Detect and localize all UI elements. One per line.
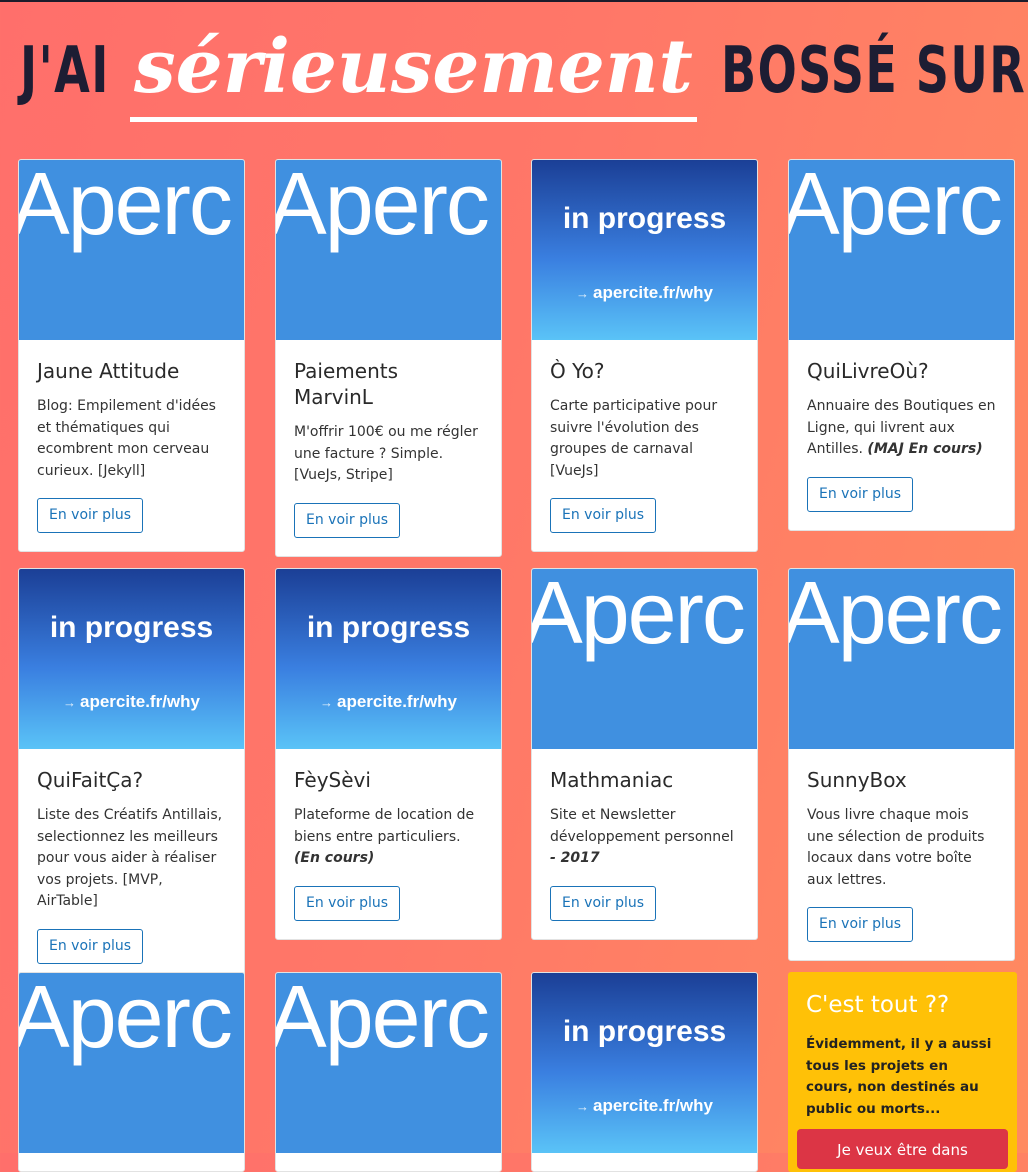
project-title: FèySèvi: [294, 768, 371, 792]
join-button[interactable]: Je veux être dans: [797, 1129, 1008, 1169]
thumbnail-progress-link: → apercite.fr/why: [576, 1096, 713, 1115]
thumbnail-progress-text: in progress: [562, 202, 727, 235]
arrow-icon: →: [576, 1099, 589, 1114]
see-more-button[interactable]: En voir plus: [807, 476, 914, 512]
project-card: Aperc Mathmaniac Site et Newsletter déve…: [531, 568, 758, 940]
project-thumbnail[interactable]: in progress → apercite.fr/why: [532, 160, 757, 340]
see-more-button[interactable]: En voir plus: [550, 885, 657, 921]
arrow-icon: →: [576, 286, 589, 301]
project-title: Mathmaniac: [550, 768, 674, 792]
project-title: QuiLivreOù?: [807, 359, 929, 383]
thumbnail-text: Aperc: [789, 569, 1003, 662]
thumbnail-progress-link: → apercite.fr/why: [63, 692, 200, 711]
thumbnail-progress-text: in progress: [306, 611, 471, 644]
project-card: Aperc: [18, 972, 245, 1172]
project-title: Paiements MarvinL: [294, 359, 399, 409]
see-more-button[interactable]: En voir plus: [37, 498, 144, 533]
thumbnail-text: Aperc: [19, 973, 233, 1066]
project-thumbnail[interactable]: Aperc: [276, 973, 501, 1153]
project-thumbnail[interactable]: in progress → apercite.fr/why: [19, 569, 244, 749]
page-title: J'AI sérieusement BOSSÉ SUR :: [20, 22, 1028, 132]
thumbnail-progress-link: → apercite.fr/why: [320, 692, 457, 711]
thumbnail-progress-text: in progress: [49, 611, 214, 644]
project-card: Aperc Paiements MarvinL M'offrir 100€ ou…: [275, 159, 502, 557]
thumbnail-text: Aperc: [276, 973, 490, 1066]
project-card: in progress → apercite.fr/why: [531, 972, 758, 1172]
project-description: Annuaire des Boutiques en Ligne, qui liv…: [807, 398, 996, 457]
project-note: (MAJ En cours): [867, 441, 983, 457]
project-card: Aperc: [275, 972, 502, 1172]
promo-text: Évidemment, il y a aussi tous les projet…: [806, 1036, 992, 1117]
thumbnail-text: Aperc: [532, 569, 746, 662]
project-card: in progress → apercite.fr/why QuiFaitÇa? …: [18, 568, 245, 983]
project-description: Plateforme de location de biens entre pa…: [294, 807, 475, 866]
thumbnail-progress-text: in progress: [562, 1015, 727, 1048]
thumbnail-text: Aperc: [789, 160, 1003, 253]
arrow-icon: →: [63, 695, 76, 710]
see-more-button[interactable]: En voir plus: [37, 928, 144, 964]
project-card: Aperc SunnyBox Vous livre chaque mois un…: [788, 568, 1015, 961]
project-thumbnail[interactable]: in progress → apercite.fr/why: [276, 569, 501, 749]
project-note: - 2017: [550, 850, 600, 866]
thumbnail-progress-link: → apercite.fr/why: [576, 283, 713, 302]
project-thumbnail[interactable]: Aperc: [19, 973, 244, 1153]
arrow-icon: →: [320, 695, 333, 710]
project-card: Aperc QuiLivreOù? Annuaire des Boutiques…: [788, 159, 1015, 531]
project-description: Blog: Empilement d'idées et thématiques …: [37, 398, 216, 479]
see-more-button[interactable]: En voir plus: [807, 907, 914, 942]
project-thumbnail[interactable]: Aperc: [532, 569, 757, 749]
project-title: Ò Yo?: [550, 359, 605, 383]
thumbnail-text: Aperc: [19, 160, 233, 253]
project-thumbnail[interactable]: Aperc: [789, 569, 1014, 749]
project-card: in progress → apercite.fr/why FèySèvi Pla…: [275, 568, 502, 940]
project-title: SunnyBox: [807, 768, 907, 792]
project-description: Site et Newsletter développement personn…: [550, 807, 734, 866]
see-more-button[interactable]: En voir plus: [550, 498, 657, 533]
project-card: in progress → apercite.fr/why Ò Yo? Carte…: [531, 159, 758, 552]
project-title: QuiFaitÇa?: [37, 768, 144, 792]
project-thumbnail[interactable]: Aperc: [19, 160, 244, 340]
project-title: Jaune Attitude: [37, 359, 180, 383]
promo-card: C'est tout ?? Évidemment, il y a aussi t…: [788, 972, 1017, 1172]
title-emphasis: sérieusement: [130, 22, 697, 122]
project-note: (En cours): [294, 850, 375, 866]
project-card: Aperc Jaune Attitude Blog: Empilement d'…: [18, 159, 245, 552]
project-description: Liste des Créatifs Antillais, selectionn…: [37, 807, 223, 909]
see-more-button[interactable]: En voir plus: [294, 502, 401, 538]
title-part-1: J'AI: [20, 34, 110, 108]
promo-title: C'est tout ??: [806, 992, 950, 1018]
project-description: Vous livre chaque mois une sélection de …: [807, 807, 985, 888]
project-description: Carte participative pour suivre l'évolut…: [550, 398, 718, 479]
see-more-button[interactable]: En voir plus: [294, 885, 401, 921]
project-thumbnail[interactable]: Aperc: [789, 160, 1014, 340]
project-thumbnail[interactable]: Aperc: [276, 160, 501, 340]
top-border: [0, 0, 1028, 2]
thumbnail-text: Aperc: [276, 160, 490, 253]
project-thumbnail[interactable]: in progress → apercite.fr/why: [532, 973, 757, 1153]
project-description: M'offrir 100€ ou me régler une facture ?…: [294, 424, 478, 483]
title-part-2: BOSSÉ SUR :: [720, 34, 1028, 108]
